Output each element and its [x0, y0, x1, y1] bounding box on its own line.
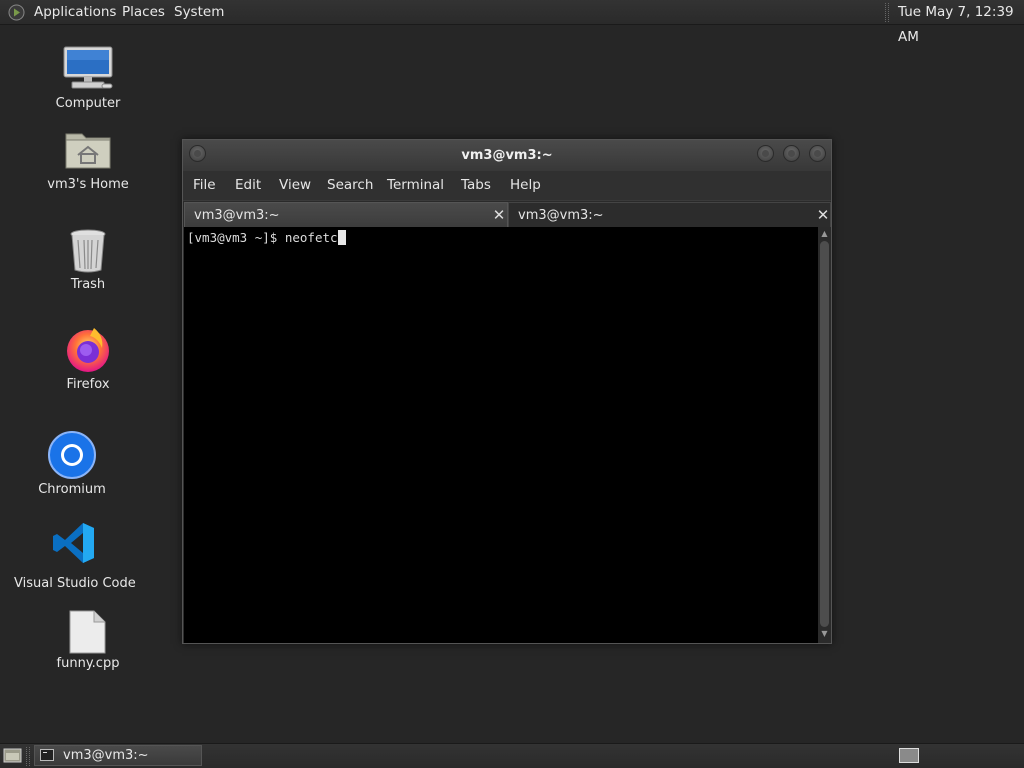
- scroll-down-icon[interactable]: ▼: [818, 629, 831, 639]
- terminal-scrollbar[interactable]: ▲ ▼: [818, 227, 831, 643]
- scroll-up-icon[interactable]: ▲: [818, 229, 831, 239]
- text-cursor: [337, 230, 346, 245]
- desktop-icon-label: funny.cpp: [56, 656, 120, 671]
- menu-search[interactable]: Search: [327, 171, 373, 200]
- tab-label: vm3@vm3:~: [518, 208, 604, 223]
- desktop-icon-label: Computer: [55, 96, 121, 111]
- tab-close-icon[interactable]: ✕: [814, 206, 832, 224]
- show-desktop-icon[interactable]: [3, 748, 22, 763]
- desktop-icon-computer[interactable]: Computer: [56, 44, 120, 111]
- scrollbar-thumb[interactable]: [820, 241, 829, 627]
- desktop-icon-label: Chromium: [38, 482, 106, 497]
- taskbar-button-terminal[interactable]: vm3@vm3:~: [34, 745, 202, 766]
- shell-prompt: [vm3@vm3 ~]$: [187, 230, 285, 245]
- top-panel: Applications Places System Tue May 7, 12…: [0, 0, 1024, 45]
- applications-menu[interactable]: Applications: [34, 0, 116, 25]
- desktop-icon-funny-cpp[interactable]: funny.cpp: [57, 610, 119, 671]
- terminal-line: [vm3@vm3 ~]$ neofetc: [187, 230, 346, 245]
- desktop-icon-label: Firefox: [66, 377, 110, 392]
- tab-bar: vm3@vm3:~ ✕ vm3@vm3:~ ✕: [183, 200, 831, 228]
- terminal-menubar: File Edit View Search Terminal Tabs Help: [183, 171, 831, 200]
- applications-menu-icon[interactable]: [8, 4, 25, 21]
- desktop-icon-label: Visual Studio Code: [14, 576, 136, 591]
- file-icon: [69, 610, 106, 654]
- terminal-icon: [40, 749, 54, 761]
- panel-separator: [26, 747, 30, 766]
- tab-2[interactable]: vm3@vm3:~ ✕: [508, 202, 831, 228]
- chromium-icon: [48, 431, 96, 479]
- window-titlebar[interactable]: vm3@vm3:~: [183, 140, 831, 171]
- tab-label: vm3@vm3:~: [194, 208, 280, 223]
- tab-close-icon[interactable]: ✕: [490, 206, 508, 224]
- desktop-icon-vscode[interactable]: Visual Studio Code: [14, 521, 136, 591]
- taskbar-label: vm3@vm3:~: [63, 748, 149, 763]
- desktop-icon-trash[interactable]: Trash: [68, 228, 108, 292]
- close-button[interactable]: [809, 145, 826, 162]
- desktop-icon-home[interactable]: vm3's Home: [47, 128, 129, 192]
- clock[interactable]: Tue May 7, 12:39 AM: [898, 0, 1024, 45]
- places-menu[interactable]: Places: [122, 0, 165, 25]
- window-title: vm3@vm3:~: [461, 148, 553, 163]
- menu-help[interactable]: Help: [510, 171, 541, 200]
- system-menu[interactable]: System: [174, 0, 224, 25]
- menu-file[interactable]: File: [193, 171, 216, 200]
- maximize-button[interactable]: [783, 145, 800, 162]
- menu-view[interactable]: View: [279, 171, 311, 200]
- menu-tabs[interactable]: Tabs: [461, 171, 491, 200]
- menu-edit[interactable]: Edit: [235, 171, 261, 200]
- terminal-window[interactable]: vm3@vm3:~ File Edit View Search Terminal…: [182, 139, 832, 644]
- trash-icon: [70, 229, 106, 273]
- minimize-button[interactable]: [757, 145, 774, 162]
- computer-icon: [63, 46, 113, 89]
- terminal-output[interactable]: [vm3@vm3 ~]$ neofetc: [184, 227, 818, 643]
- desktop-icon-label: vm3's Home: [47, 177, 129, 192]
- home-folder-icon: [65, 133, 111, 169]
- tab-1[interactable]: vm3@vm3:~ ✕: [184, 202, 508, 228]
- typed-command: neofetc: [284, 230, 338, 245]
- desktop-icon-firefox[interactable]: Firefox: [64, 326, 112, 392]
- firefox-icon: [67, 328, 109, 372]
- vscode-icon: [53, 523, 94, 563]
- desktop-icon-chromium[interactable]: Chromium: [38, 431, 106, 497]
- workspace-switcher[interactable]: [899, 748, 919, 763]
- panel-separator: [885, 3, 889, 22]
- bottom-panel: vm3@vm3:~: [0, 743, 1024, 768]
- menu-terminal[interactable]: Terminal: [387, 171, 444, 200]
- desktop-icon-label: Trash: [70, 277, 106, 292]
